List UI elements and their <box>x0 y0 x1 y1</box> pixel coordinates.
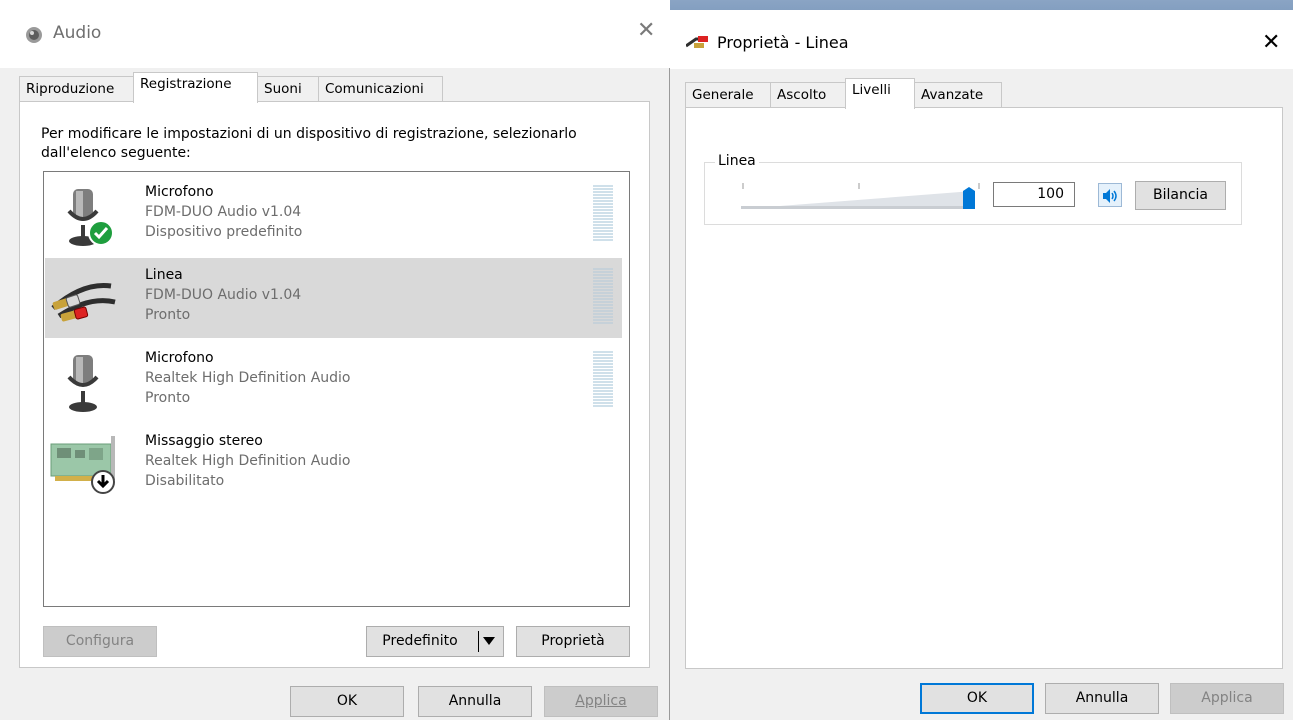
cancel-button[interactable]: Annulla <box>1045 683 1159 714</box>
chevron-down-icon[interactable] <box>483 637 495 645</box>
line-in-plug-icon <box>686 36 708 48</box>
speaker-app-icon <box>26 27 42 43</box>
properties-titlebar: Proprietà - Linea ✕ <box>670 10 1293 69</box>
tab-livelli[interactable]: Livelli <box>845 78 915 109</box>
cancel-button[interactable]: Annulla <box>418 686 532 717</box>
registrazione-panel: Per modificare le impostazioni di un dis… <box>19 101 650 668</box>
audio-title: Audio <box>53 23 102 43</box>
mute-toggle[interactable] <box>1098 183 1122 207</box>
list-item-device[interactable]: Microfono Realtek High Definition Audio … <box>45 341 622 421</box>
speaker-volume-icon <box>1103 189 1117 203</box>
device-status: Dispositivo predefinito <box>145 224 303 240</box>
device-status: Pronto <box>145 307 191 323</box>
tab-registrazione[interactable]: Registrazione <box>133 72 258 103</box>
device-description: Realtek High Definition Audio <box>145 453 351 469</box>
livelli-panel: Linea 100 Bilancia <box>685 107 1283 669</box>
tab-riproduzione[interactable]: Riproduzione <box>19 76 134 102</box>
split-separator <box>478 631 479 652</box>
apply-button[interactable]: Applica <box>544 686 658 717</box>
ok-button[interactable]: OK <box>920 683 1034 714</box>
properties-button[interactable]: Proprietà <box>516 626 630 657</box>
level-meter <box>593 268 613 326</box>
audio-titlebar: Audio ✕ <box>0 0 670 68</box>
default-button-label: Predefinito <box>382 633 458 649</box>
level-group-label: Linea <box>715 153 759 169</box>
list-item-device-selected[interactable]: Linea FDM-DUO Audio v1.04 Pronto <box>45 258 622 338</box>
level-group: Linea 100 Bilancia <box>704 153 1242 225</box>
microphone-default-icon <box>67 189 114 246</box>
ok-button[interactable]: OK <box>290 686 404 717</box>
tab-ascolto[interactable]: Ascolto <box>770 82 846 108</box>
level-meter <box>593 185 613 243</box>
device-status: Pronto <box>145 390 191 406</box>
slider-thumb <box>963 187 975 209</box>
instruction-text: Per modificare le impostazioni di un dis… <box>41 126 577 161</box>
list-item-device[interactable]: Missaggio stereo Realtek High Definition… <box>45 424 622 504</box>
default-button[interactable]: Predefinito <box>366 626 504 657</box>
tab-comunicazioni[interactable]: Comunicazioni <box>318 76 443 102</box>
close-icon[interactable]: ✕ <box>637 20 655 42</box>
properties-title: Proprietà - Linea <box>717 33 849 52</box>
device-name: Microfono <box>145 184 214 200</box>
line-in-cable-icon <box>51 282 116 322</box>
sound-card-disabled-icon <box>50 436 115 494</box>
configure-button[interactable]: Configura <box>43 626 157 657</box>
device-description: FDM-DUO Audio v1.04 <box>145 204 302 220</box>
device-status: Disabilitato <box>145 473 225 489</box>
balance-button[interactable]: Bilancia <box>1135 181 1226 210</box>
level-meter <box>593 351 613 409</box>
device-name: Missaggio stereo <box>145 433 263 449</box>
close-icon[interactable]: ✕ <box>1262 32 1280 54</box>
tab-avanzate[interactable]: Avanzate <box>914 82 1002 108</box>
device-list[interactable]: Microfono FDM-DUO Audio v1.04 Dispositiv… <box>43 171 630 607</box>
list-item-device[interactable]: Microfono FDM-DUO Audio v1.04 Dispositiv… <box>45 175 622 255</box>
device-name: Microfono <box>145 350 214 366</box>
volume-value-field[interactable]: 100 <box>993 182 1075 207</box>
apply-button[interactable]: Applica <box>1170 683 1284 714</box>
device-name: Linea <box>145 267 183 283</box>
tab-suoni[interactable]: Suoni <box>257 76 319 102</box>
volume-slider[interactable] <box>741 183 981 209</box>
microphone-icon <box>67 355 99 412</box>
audio-dialog: Audio ✕ Riproduzione Registrazione Suoni… <box>0 0 670 720</box>
device-description: FDM-DUO Audio v1.04 <box>145 287 302 303</box>
properties-dialog: Proprietà - Linea ✕ Generale Ascolto Liv… <box>670 10 1293 720</box>
device-description: Realtek High Definition Audio <box>145 370 351 386</box>
tab-generale[interactable]: Generale <box>685 82 771 108</box>
